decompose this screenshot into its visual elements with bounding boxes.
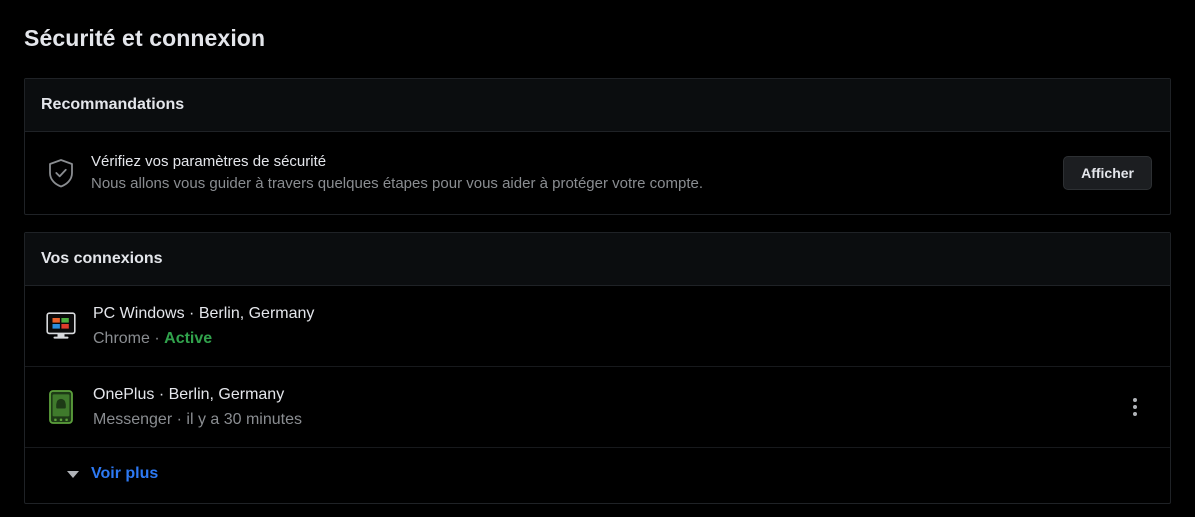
login-device-line: PC Windows · Berlin, Germany — [93, 303, 1118, 325]
login-text-block: OnePlus · Berlin, Germany Messenger · il… — [93, 384, 1118, 431]
page-title: Sécurité et connexion — [24, 25, 266, 51]
login-device-line: OnePlus · Berlin, Germany — [93, 384, 1118, 406]
recommendations-card: Recommandations Vérifiez vos paramètres … — [24, 78, 1171, 215]
security-and-login-page: Sécurité et connexion Recommandations Vé… — [0, 0, 1195, 517]
dot — [1133, 398, 1137, 402]
caret-down-icon — [67, 470, 79, 478]
windows-desktop-icon — [43, 308, 79, 344]
login-device-name: PC Windows — [93, 304, 185, 322]
login-separator: · — [158, 385, 165, 403]
recommendations-card-header: Recommandations — [25, 79, 1170, 132]
recommendation-title: Vérifiez vos paramètres de sécurité — [91, 153, 327, 170]
login-status: il y a 30 minutes — [186, 410, 302, 428]
login-location: Berlin, Germany — [168, 385, 285, 403]
android-phone-icon — [43, 389, 79, 425]
login-separator: · — [189, 304, 195, 322]
login-device-name: OnePlus — [93, 385, 155, 403]
recommendation-description: Nous allons vous guider à travers quelqu… — [91, 175, 704, 192]
three-dots-vertical-icon[interactable] — [1118, 390, 1152, 424]
shield-check-icon — [41, 153, 81, 193]
login-meta-line: Messenger · il y a 30 minutes — [93, 408, 1118, 431]
login-location: Berlin, Germany — [198, 304, 315, 322]
show-button[interactable]: Afficher — [1063, 156, 1152, 190]
dot — [1133, 412, 1137, 416]
logins-card-header: Vos connexions — [25, 233, 1170, 286]
recommendations-header-title: Recommandations — [41, 96, 185, 113]
login-status: Active — [164, 329, 213, 347]
login-meta-line: Chrome · Active — [93, 327, 1118, 350]
recommendation-item[interactable]: Vérifiez vos paramètres de sécurité Nous… — [25, 132, 1170, 214]
menu-placeholder — [1118, 309, 1152, 343]
recommendation-text-block: Vérifiez vos paramètres de sécurité Nous… — [91, 151, 1063, 195]
login-text-block: PC Windows · Berlin, Germany Chrome · Ac… — [93, 303, 1118, 350]
login-session-row[interactable]: PC Windows · Berlin, Germany Chrome · Ac… — [25, 286, 1170, 367]
logins-card: Vos connexions PC Windows · Berlin, Germ… — [24, 232, 1171, 504]
login-session-row[interactable]: OnePlus · Berlin, Germany Messenger · il… — [25, 367, 1170, 448]
login-separator: · — [176, 410, 182, 428]
login-separator: · — [154, 329, 160, 347]
login-browser: Chrome — [93, 329, 150, 347]
login-browser: Messenger — [93, 410, 173, 428]
logins-header-title: Vos connexions — [41, 250, 163, 267]
dot — [1133, 405, 1137, 409]
see-more-label: Voir plus — [91, 465, 159, 482]
see-more-row[interactable]: Voir plus — [25, 448, 1170, 500]
